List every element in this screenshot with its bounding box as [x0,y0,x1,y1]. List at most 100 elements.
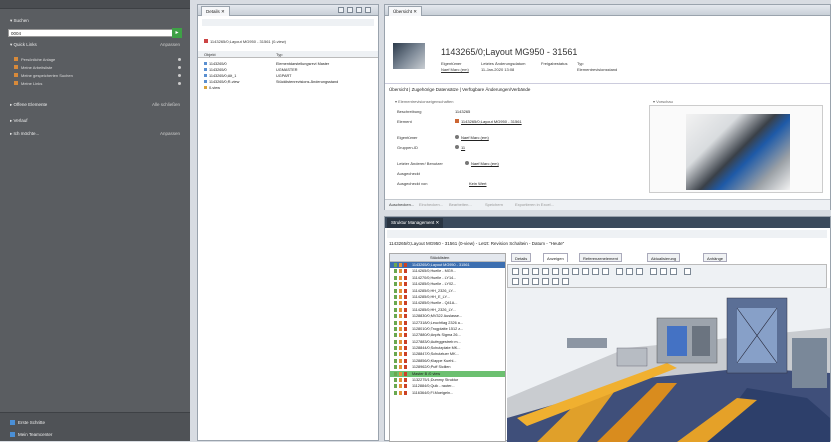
rotate-button[interactable] [572,268,579,275]
dot-icon [178,58,181,61]
structure-tree[interactable]: Stücklisten 1143265/0;Layout MG950 - 315… [389,253,506,442]
capture-button[interactable] [684,268,691,275]
preview-section-header[interactable]: ▾ Vorschau [653,99,673,104]
edit-button[interactable]: Bearbeiten... [449,202,472,207]
folder-icon [14,57,18,61]
section-button[interactable] [582,268,589,275]
sidebar-bottom: Erste Schritte Mein Teamcenter [0,412,190,441]
structure-breadcrumb: 1143265/0;Layout MG950 - 31561 (0-view) … [389,241,565,246]
details-toolbar [202,19,374,26]
getting-started-icon [10,420,15,426]
bom-view-icon [204,80,207,83]
field-label: Gruppen-ID [397,145,418,150]
tab-overview[interactable]: Übersicht ✕ [388,6,423,16]
field-label: Ausgecheckt von [397,181,428,186]
viewer-tabs: Details Anzeigen Referenzenelement Aktua… [507,253,827,263]
tab-update[interactable]: Aktualisierung [647,253,681,262]
owner-field-link[interactable]: Naef Marc (em) [455,135,489,140]
details-breadcrumb: 1143265/0;Layout MG950 - 31561 (0-view) [204,39,286,44]
structure-toolbar [387,230,827,238]
model-preview-image [686,114,790,190]
tab-structure-manager[interactable]: Struktur Management ✕ [387,218,444,228]
owner-link[interactable]: Naef Marc (em) [441,67,469,72]
tree-column-header[interactable]: Stücklisten [390,254,505,262]
column-header-type[interactable]: Typ [276,52,282,57]
lighting-button[interactable] [636,268,643,275]
next-view-button[interactable] [552,268,559,275]
overview-tabbar: Übersicht ✕ [385,5,830,16]
toolbar-button[interactable] [338,7,344,13]
checkout-button[interactable]: Auschecken... [389,202,414,207]
hide-button[interactable] [660,268,667,275]
prev-view-button[interactable] [542,268,549,275]
select-tool-button[interactable] [512,268,519,275]
tree-row[interactable]: 1116364/0;Fl.Moeigeln... [390,390,505,396]
folder-icon [204,86,207,89]
quick-link-item[interactable]: Meine Arbeitsliste [14,64,181,71]
open-items-header[interactable]: ▸ Offene Elemente Alle schließen [4,101,186,109]
zoom-tool-button[interactable] [532,268,539,275]
last-modified-label: Letztes Änderungsdatum [481,61,526,66]
minimize-button[interactable] [356,7,362,13]
owner-label: Eigentümer [441,61,462,66]
maximize-button[interactable] [365,7,371,13]
explode-button[interactable] [650,268,657,275]
dot-icon [178,82,181,85]
show-button[interactable] [670,268,677,275]
search-go-button[interactable]: ▸ [172,28,182,38]
dot-icon [178,74,181,77]
tab-details[interactable]: Details ✕ [201,6,230,16]
markup-button[interactable] [602,268,609,275]
view-back-button[interactable] [552,278,559,285]
folder-icon [14,65,18,69]
quick-link-item[interactable]: Meine gespeicherten Suchen [14,72,181,79]
view-iso-button[interactable] [542,278,549,285]
fit-view-button[interactable] [562,268,569,275]
toolbar-button[interactable] [347,7,353,13]
tab-referencer[interactable]: Referenzenelement [579,253,622,262]
quick-links-label: ▾ Quick Links [10,42,37,47]
last-modifier-link[interactable]: Naef Marc (em) [465,161,499,166]
view-side-button[interactable] [532,278,539,285]
quick-link-item[interactable]: Meine Links [14,80,181,87]
quick-links-customize-link[interactable]: Anpassen [160,41,180,49]
search-input[interactable]: 0004 [8,29,178,37]
measure-button[interactable] [592,268,599,275]
tab-details-view[interactable]: Details [511,253,532,262]
column-header-object[interactable]: Objekt [204,52,216,57]
overview-subtabs[interactable]: Übersicht | Zugehörige Datensätze | Verf… [389,87,530,92]
wireframe-button[interactable] [626,268,633,275]
release-status-label: Freigabestatus [541,61,568,66]
divider [385,83,830,84]
tab-viewer[interactable]: Anzeigen [543,253,568,262]
save-button[interactable]: Speichern [485,202,503,207]
export-excel-button[interactable]: Exportieren in Excel... [515,202,554,207]
search-section-header[interactable]: ▾ Suchen [4,17,186,25]
getting-started-link[interactable]: Erste Schritte [10,419,45,426]
overview-panel: Übersicht ✕ 1143265/0;Layout MG950 - 315… [384,4,831,210]
checkin-button[interactable]: Einchecken... [419,202,443,207]
quick-links-header[interactable]: ▾ Quick Links Anpassen [4,41,186,49]
view-front-button[interactable] [512,278,519,285]
i-want-to-customize-link[interactable]: Anpassen [160,130,180,138]
overview-toolbar: Auschecken... Einchecken... Bearbeiten..… [385,199,830,210]
dataset-icon [204,68,207,71]
tab-attachments[interactable]: Anhänge [703,253,728,262]
i-want-to-header[interactable]: ▸ Ich möchte... Anpassen [4,130,186,138]
close-all-link[interactable]: Alle schließen [152,101,180,109]
3d-viewer[interactable] [507,288,830,442]
table-row[interactable]: 0-view [198,85,378,91]
properties-section-header[interactable]: ▾ Elementrevisionseigenschaften [395,99,453,104]
history-header[interactable]: ▸ Verlauf [4,117,186,125]
item-thumbnail [393,43,425,69]
element-link[interactable]: 1143265/0;Layout MG950 - 31561 [455,119,522,124]
field-label: Ausgecheckt [397,171,420,176]
view-bottom-button[interactable] [562,278,569,285]
my-teamcenter-link[interactable]: Mein Teamcenter [10,431,52,438]
view-top-button[interactable] [522,278,529,285]
pan-tool-button[interactable] [522,268,529,275]
shading-button[interactable] [616,268,623,275]
last-modified-value: 11-Jan-2020 13:08 [481,67,515,72]
group-id-link[interactable]: 11 [455,145,465,150]
quick-link-item[interactable]: Persönliche Anlage [14,56,181,63]
